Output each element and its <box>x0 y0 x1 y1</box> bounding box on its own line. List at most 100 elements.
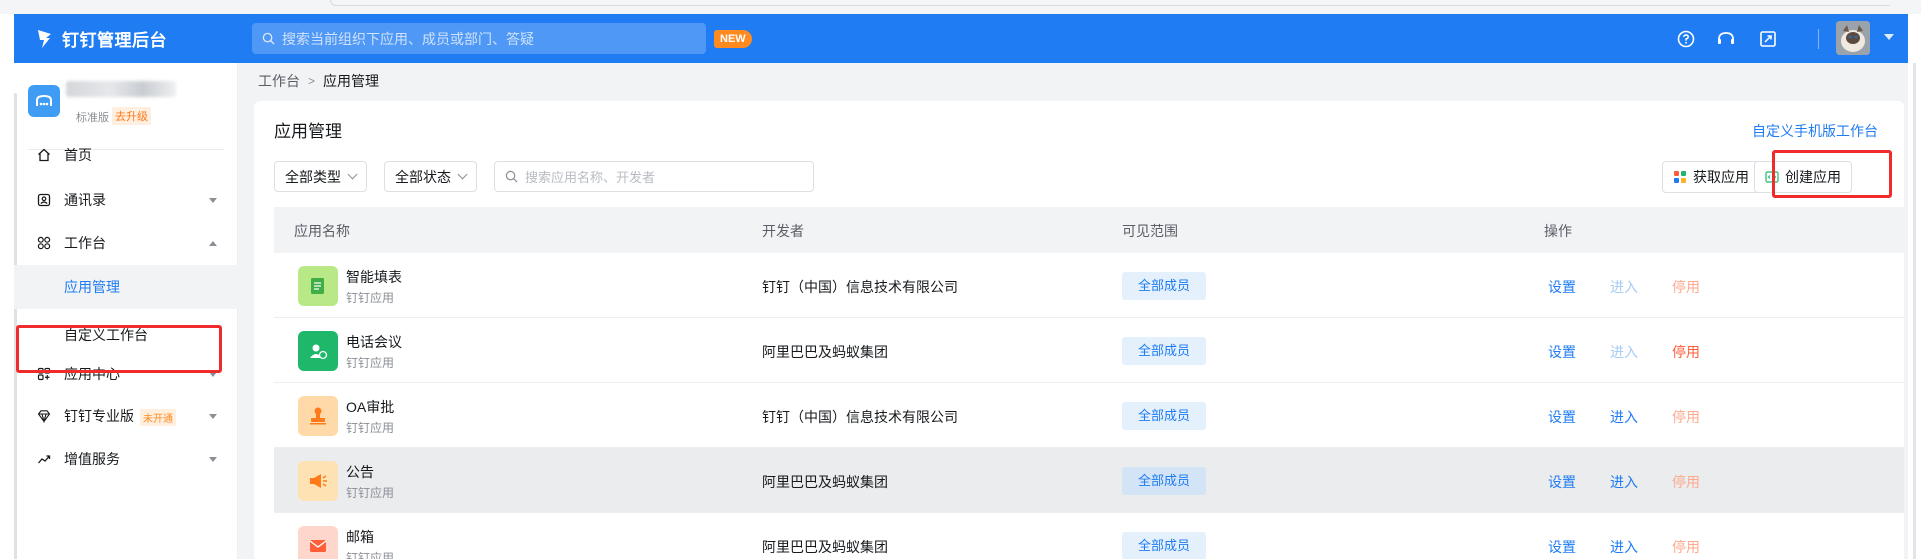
scope-badge: 全部成员 <box>1122 272 1207 300</box>
sidebar-item-app-management[interactable]: 应用管理 <box>14 265 238 309</box>
chevron-down-icon <box>209 413 217 419</box>
sidebar-item-workbench[interactable]: 工作台 <box>14 221 238 265</box>
scope-badge: 全部成员 <box>1122 532 1207 559</box>
help-icon[interactable] <box>1674 27 1698 51</box>
chevron-down-icon <box>209 456 217 462</box>
sidebar-item-label: 应用中心 <box>64 366 120 382</box>
mail-app-icon <box>298 526 338 559</box>
app-type: 钉钉应用 <box>346 356 395 370</box>
app-center-icon <box>36 366 52 382</box>
breadcrumb: 工作台 > 应用管理 <box>258 71 379 91</box>
type-filter-select[interactable]: 全部类型 <box>274 161 367 192</box>
top-header: 钉钉管理后台 搜索当前组织下应用、成员或部门、答疑 NEW <box>14 14 1908 63</box>
page-scrollbar[interactable] <box>1908 63 1921 559</box>
table-row[interactable]: 邮箱 钉钉应用 阿里巴巴及蚂蚁集团 全部成员 设置 进入 停用 <box>274 513 1904 559</box>
app-grid-icon <box>1673 170 1687 184</box>
global-search-input[interactable]: 搜索当前组织下应用、成员或部门、答疑 <box>252 23 706 54</box>
app-developer: 钉钉（中国）信息技术有限公司 <box>762 279 958 295</box>
enter-link[interactable]: 进入 <box>1610 277 1638 297</box>
scope-badge: 全部成员 <box>1122 337 1207 365</box>
breadcrumb-root[interactable]: 工作台 <box>258 71 300 91</box>
settings-link[interactable]: 设置 <box>1548 407 1576 427</box>
headset-icon[interactable] <box>1714 27 1738 51</box>
disable-link[interactable]: 停用 <box>1672 342 1700 362</box>
form-app-icon <box>298 266 338 306</box>
app-name: OA审批 <box>346 399 395 415</box>
sidebar-item-label: 应用管理 <box>64 279 120 295</box>
contacts-icon <box>36 192 52 208</box>
column-header-developer: 开发者 <box>762 223 804 239</box>
table-row[interactable]: OA审批 钉钉应用 钉钉（中国）信息技术有限公司 全部成员 设置 进入 停用 <box>274 383 1904 448</box>
disable-link[interactable]: 停用 <box>1672 277 1700 297</box>
search-icon <box>505 170 518 183</box>
app-type: 钉钉应用 <box>346 551 395 559</box>
breadcrumb-separator: > <box>308 74 316 88</box>
avatar[interactable] <box>1836 21 1870 55</box>
chevron-down-icon <box>209 197 217 203</box>
upgrade-link[interactable]: 去升级 <box>112 107 151 125</box>
sidebar-item-label: 工作台 <box>64 235 106 251</box>
sidebar-item-label: 自定义工作台 <box>64 327 148 343</box>
scope-badge: 全部成员 <box>1122 467 1207 495</box>
column-header-actions: 操作 <box>1544 223 1572 239</box>
column-header-app-name: 应用名称 <box>294 223 350 239</box>
sidebar-item-custom-workbench[interactable]: 自定义工作台 <box>14 313 238 357</box>
global-search-placeholder: 搜索当前组织下应用、成员或部门、答疑 <box>282 30 534 47</box>
sidebar-item-contacts[interactable]: 通讯录 <box>14 178 238 222</box>
custom-mobile-workbench-link[interactable]: 自定义手机版工作台 <box>1752 121 1878 141</box>
settings-link[interactable]: 设置 <box>1548 277 1576 297</box>
status-filter-select[interactable]: 全部状态 <box>384 161 477 192</box>
enter-link[interactable]: 进入 <box>1610 407 1638 427</box>
app-management-card: 应用管理 自定义手机版工作台 全部类型 全部状态 搜索应用名称、开发者 获取应用… <box>254 101 1904 559</box>
sidebar-item-label: 增值服务 <box>64 451 120 467</box>
sidebar-item-home[interactable]: 首页 <box>14 133 238 177</box>
code-icon <box>1765 170 1779 184</box>
app-developer: 阿里巴巴及蚂蚁集团 <box>762 344 888 360</box>
fullscreen-icon[interactable] <box>1756 27 1780 51</box>
app-name: 邮箱 <box>346 529 374 545</box>
app-search-input[interactable]: 搜索应用名称、开发者 <box>494 161 814 192</box>
sidebar-item-label: 首页 <box>64 147 92 163</box>
column-header-scope: 可见范围 <box>1122 223 1178 239</box>
new-badge: NEW <box>714 30 752 48</box>
disable-link[interactable]: 停用 <box>1672 472 1700 492</box>
app-search-placeholder: 搜索应用名称、开发者 <box>525 170 656 185</box>
sidebar-item-value-added[interactable]: 增值服务 <box>14 437 238 481</box>
scope-badge: 全部成员 <box>1122 402 1207 430</box>
get-app-button[interactable]: 获取应用 <box>1662 161 1760 193</box>
table-row[interactable]: 智能填表 钉钉应用 钉钉（中国）信息技术有限公司 全部成员 设置 进入 停用 <box>274 253 1904 318</box>
disable-link[interactable]: 停用 <box>1672 407 1700 427</box>
app-type: 钉钉应用 <box>346 486 395 500</box>
disable-link[interactable]: 停用 <box>1672 537 1700 557</box>
enter-link[interactable]: 进入 <box>1610 537 1638 557</box>
table-row[interactable]: 公告 钉钉应用 阿里巴巴及蚂蚁集团 全部成员 设置 进入 停用 <box>274 448 1904 513</box>
trend-icon <box>36 451 52 467</box>
dingtalk-logo-icon <box>38 29 51 48</box>
header-divider <box>1818 29 1819 49</box>
table-header: 应用名称 开发者 可见范围 操作 <box>274 207 1904 253</box>
create-app-label: 创建应用 <box>1785 169 1841 185</box>
main-content: 工作台 > 应用管理 应用管理 自定义手机版工作台 全部类型 全部状态 搜索应用… <box>238 63 1908 559</box>
chevron-down-icon[interactable] <box>1884 34 1894 40</box>
chevron-down-icon <box>209 371 217 377</box>
sidebar-item-app-center[interactable]: 应用中心 <box>14 352 238 396</box>
sidebar: 标准版 去升级 首页 通讯录 工作台 应用管理 自定义工作台 应用中心 钉钉专业… <box>14 63 238 559</box>
settings-link[interactable]: 设置 <box>1548 472 1576 492</box>
table-row[interactable]: 电话会议 钉钉应用 阿里巴巴及蚂蚁集团 全部成员 设置 进入 停用 <box>274 318 1904 383</box>
window-top-strip <box>0 0 1921 14</box>
phone-meeting-app-icon <box>298 331 338 371</box>
enter-link[interactable]: 进入 <box>1610 342 1638 362</box>
enter-link[interactable]: 进入 <box>1610 472 1638 492</box>
status-filter-value: 全部状态 <box>395 168 451 185</box>
app-type: 钉钉应用 <box>346 291 395 305</box>
app-name: 公告 <box>346 464 374 480</box>
sidebar-item-dingtalk-pro[interactable]: 钉钉专业版 未开通 <box>14 394 238 438</box>
brand-title: 钉钉管理后台 <box>62 31 167 50</box>
app-name: 智能填表 <box>346 269 402 285</box>
brand[interactable]: 钉钉管理后台 <box>36 26 256 51</box>
create-app-button[interactable]: 创建应用 <box>1754 161 1852 193</box>
settings-link[interactable]: 设置 <box>1548 342 1576 362</box>
breadcrumb-current: 应用管理 <box>323 73 380 89</box>
settings-link[interactable]: 设置 <box>1548 537 1576 557</box>
org-logo <box>28 85 60 117</box>
